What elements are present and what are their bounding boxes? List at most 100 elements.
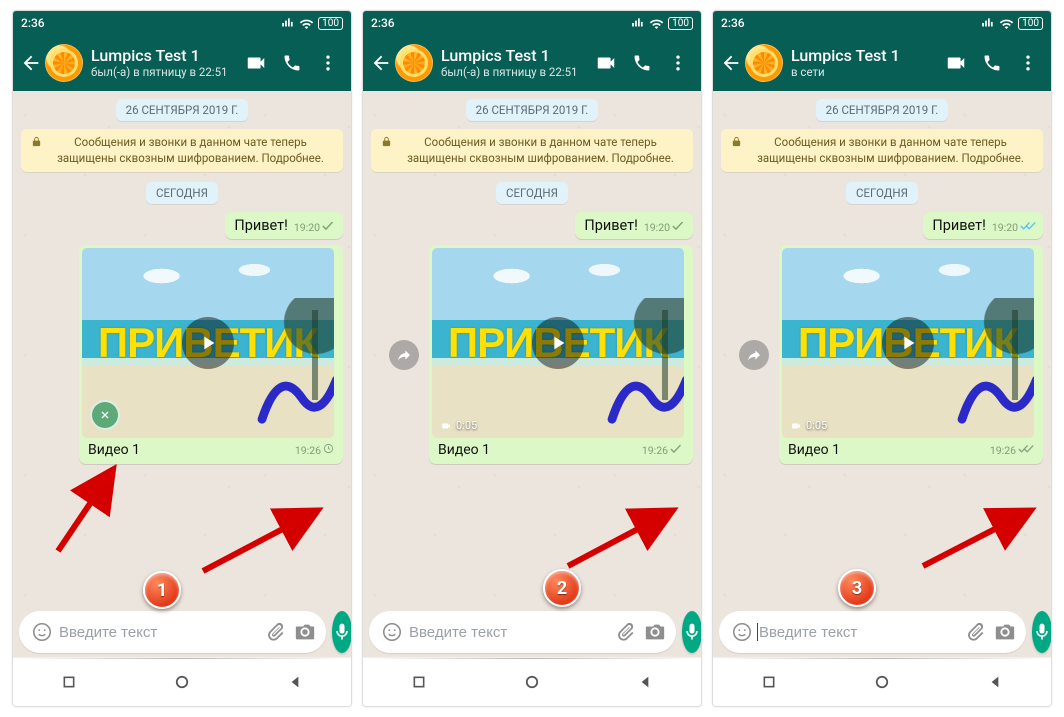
contact-avatar[interactable]: [45, 44, 83, 82]
back-button[interactable]: [367, 35, 395, 91]
battery-pct: 100: [318, 17, 343, 30]
message-input[interactable]: [407, 623, 610, 642]
nav-home[interactable]: [512, 662, 552, 702]
video-doodle: [602, 358, 684, 428]
lock-icon: [31, 136, 42, 152]
today-chip: СЕГОДНЯ: [846, 182, 918, 204]
emoji-button[interactable]: [377, 617, 407, 647]
battery-pct: 100: [1018, 17, 1043, 30]
attach-button[interactable]: [610, 617, 640, 647]
chat-body: 26 СЕНТЯБРЯ 2019 Г. Сообщения и звонки в…: [363, 91, 701, 606]
camera-button[interactable]: [990, 617, 1020, 647]
voice-call-button[interactable]: [975, 43, 1009, 83]
contact-avatar[interactable]: [395, 44, 433, 82]
android-nav-bar: [363, 657, 701, 706]
status-time: 2:36: [371, 16, 395, 30]
back-button[interactable]: [717, 35, 745, 91]
nav-recents[interactable]: [49, 662, 89, 702]
status-bar: 2:36 100: [13, 11, 351, 35]
video-thumbnail[interactable]: ПРИВЕТИК: [82, 248, 334, 438]
nav-back[interactable]: [275, 662, 315, 702]
video-call-button[interactable]: [939, 43, 973, 83]
video-thumbnail[interactable]: ПРИВЕТИК 0:05: [782, 248, 1034, 438]
battery-pct: 100: [668, 17, 693, 30]
double-tick-read-icon: [1020, 221, 1036, 234]
status-bar: 2:36 100: [363, 11, 701, 35]
message-video[interactable]: ПРИВЕТИК Видео 1 19:26: [79, 245, 343, 464]
forward-button[interactable]: [739, 340, 769, 370]
lock-icon: [731, 136, 742, 152]
pending-clock-icon: [323, 443, 334, 457]
cancel-upload-button[interactable]: [90, 400, 120, 430]
contact-name: Lumpics Test 1: [791, 47, 939, 65]
more-menu-button[interactable]: [661, 43, 695, 83]
video-duration: 0:05: [790, 419, 827, 432]
video-call-button[interactable]: [589, 43, 623, 83]
video-duration: 0:05: [440, 419, 477, 432]
message-time: 19:20: [294, 221, 320, 234]
encryption-notice[interactable]: Сообщения и звонки в данном чате теперь …: [21, 129, 343, 172]
more-menu-button[interactable]: [311, 43, 345, 83]
video-time: 19:26: [642, 444, 668, 457]
contact-info[interactable]: Lumpics Test 1 в сети: [791, 47, 939, 79]
video-time: 19:26: [295, 444, 321, 457]
single-tick-icon: [672, 221, 686, 234]
message-time: 19:20: [644, 221, 670, 234]
video-thumbnail[interactable]: ПРИВЕТИК 0:05: [432, 248, 684, 438]
nav-back[interactable]: [625, 662, 665, 702]
status-time: 2:36: [721, 16, 745, 30]
voice-message-button[interactable]: [682, 611, 702, 653]
camera-button[interactable]: [640, 617, 670, 647]
input-area: [713, 606, 1051, 658]
double-tick-icon: [1018, 444, 1034, 457]
nav-back[interactable]: [975, 662, 1015, 702]
emoji-button[interactable]: [727, 617, 757, 647]
nav-recents[interactable]: [749, 662, 789, 702]
video-caption: Видео 1: [438, 442, 490, 458]
encryption-text: Сообщения и звонки в данном чате теперь …: [398, 135, 683, 166]
nav-recents[interactable]: [399, 662, 439, 702]
nav-home[interactable]: [162, 662, 202, 702]
more-menu-button[interactable]: [1011, 43, 1045, 83]
lock-icon: [381, 136, 392, 152]
attach-button[interactable]: [960, 617, 990, 647]
video-caption: Видео 1: [88, 442, 140, 458]
contact-info[interactable]: Lumpics Test 1 был(-а) в пятницу в 22:51: [441, 47, 589, 79]
voice-call-button[interactable]: [275, 43, 309, 83]
videocam-icon: [790, 421, 802, 431]
annotation-badge-2: 2: [543, 569, 581, 607]
encryption-notice[interactable]: Сообщения и звонки в данном чате теперь …: [721, 129, 1043, 172]
message-input[interactable]: [57, 623, 260, 642]
voice-call-button[interactable]: [625, 43, 659, 83]
encryption-text: Сообщения и звонки в данном чате теперь …: [48, 135, 333, 166]
contact-avatar[interactable]: [745, 44, 783, 82]
nav-home[interactable]: [862, 662, 902, 702]
android-nav-bar: [13, 657, 351, 706]
video-call-button[interactable]: [239, 43, 273, 83]
status-bar: 2:36 100: [713, 11, 1051, 35]
contact-info[interactable]: Lumpics Test 1 был(-а) в пятницу в 22:51: [91, 47, 239, 79]
play-button[interactable]: [882, 317, 934, 369]
date-chip: 26 СЕНТЯБРЯ 2019 Г.: [466, 99, 599, 121]
annotation-badge-1: 1: [143, 571, 181, 609]
contact-name: Lumpics Test 1: [91, 47, 239, 65]
play-button[interactable]: [532, 317, 584, 369]
voice-message-button[interactable]: [332, 611, 352, 653]
attach-button[interactable]: [260, 617, 290, 647]
play-button[interactable]: [182, 317, 234, 369]
single-tick-icon: [670, 444, 684, 457]
message-input[interactable]: [757, 623, 960, 642]
voice-message-button[interactable]: [1032, 611, 1052, 653]
message-input-box: [369, 611, 676, 653]
status-time: 2:36: [21, 16, 45, 30]
message-video[interactable]: ПРИВЕТИК 0:05 Видео 1 19:26: [779, 245, 1043, 464]
message-greeting[interactable]: Привет! 19:20: [923, 212, 1043, 239]
emoji-button[interactable]: [27, 617, 57, 647]
message-greeting[interactable]: Привет! 19:20: [575, 212, 693, 239]
forward-button[interactable]: [389, 340, 419, 370]
message-video[interactable]: ПРИВЕТИК 0:05 Видео 1 19:26: [429, 245, 693, 464]
camera-button[interactable]: [290, 617, 320, 647]
encryption-notice[interactable]: Сообщения и звонки в данном чате теперь …: [371, 129, 693, 172]
message-greeting[interactable]: Привет! 19:20: [225, 212, 343, 239]
back-button[interactable]: [17, 35, 45, 91]
